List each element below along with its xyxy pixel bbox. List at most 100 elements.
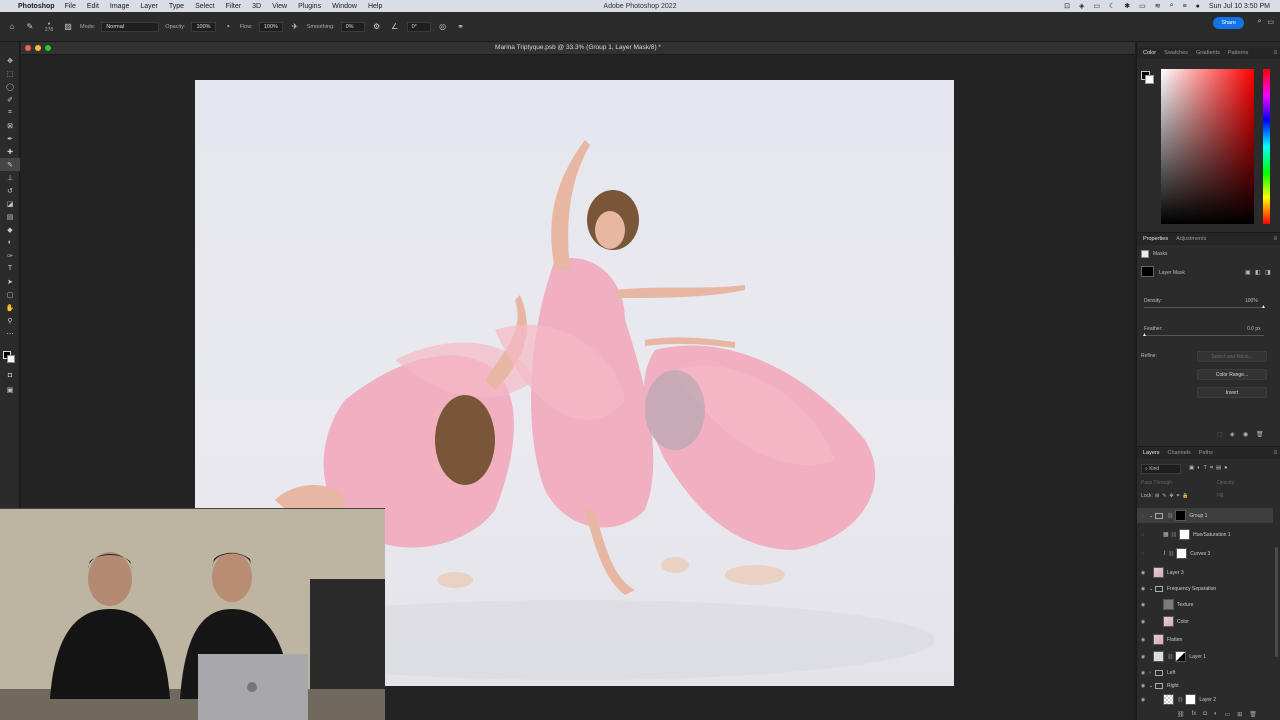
more-tools-icon[interactable]: ⋯ xyxy=(0,327,20,340)
layer-thumbnail[interactable] xyxy=(1163,694,1174,705)
hue-slider[interactable] xyxy=(1263,69,1270,224)
link-layers-icon[interactable]: ⛓ xyxy=(1177,711,1185,718)
lasso-tool-icon[interactable]: ◯ xyxy=(0,80,20,93)
select-and-mask-button[interactable]: Select and Mask... xyxy=(1197,351,1267,362)
layer-filter-icons[interactable]: ▣◐T⌗▤● xyxy=(1189,465,1231,472)
screen-mode-icon[interactable]: ▣ xyxy=(0,383,20,396)
layer-row-layer-1[interactable]: ◉ ⛓ Layer 1 xyxy=(1137,649,1273,664)
panel-menu-icon[interactable]: ≡ xyxy=(1273,450,1277,456)
menu-clock[interactable]: Sun Jul 10 3:50 PM xyxy=(1209,3,1270,10)
feather-slider-handle[interactable]: ▲ xyxy=(1142,332,1147,338)
layers-scrollbar[interactable] xyxy=(1275,547,1278,657)
menu-filter[interactable]: Filter xyxy=(226,3,242,10)
opacity-field[interactable]: 100% xyxy=(191,21,216,32)
layer-row-texture[interactable]: ◉ Texture xyxy=(1137,597,1273,612)
display-icon[interactable]: ▭ xyxy=(1093,2,1100,10)
type-tool-icon[interactable]: T xyxy=(0,262,20,275)
blur-tool-icon[interactable]: ◆ xyxy=(0,223,20,236)
visibility-icon[interactable]: ◉ xyxy=(1137,602,1149,608)
zoom-tool-icon[interactable]: ⚲ xyxy=(0,314,20,327)
eyedropper-tool-icon[interactable]: ✒ xyxy=(0,132,20,145)
control-center-icon[interactable]: ≡ xyxy=(1183,3,1187,10)
layer-thumbnail[interactable] xyxy=(1153,567,1164,578)
background-color-swatch[interactable] xyxy=(7,355,15,363)
visibility-icon[interactable]: ◉ xyxy=(1137,570,1149,576)
menu-edit[interactable]: Edit xyxy=(87,3,99,10)
visibility-icon[interactable]: ◉ xyxy=(1137,637,1149,643)
layer-row-curves-3[interactable]: ◌ ⌇ ⛓ Curves 3 xyxy=(1137,546,1273,561)
link-icon[interactable]: ⛓ xyxy=(1171,532,1177,538)
color-range-button[interactable]: Color Range... xyxy=(1197,369,1267,380)
menu-view[interactable]: View xyxy=(272,3,287,10)
menu-3d[interactable]: 3D xyxy=(252,3,261,10)
visibility-icon[interactable]: ◌ xyxy=(1137,551,1149,557)
brush-preset-picker[interactable]: ● 278 xyxy=(42,21,56,33)
pressure-opacity-icon[interactable]: ◔ xyxy=(222,21,234,33)
quick-select-tool-icon[interactable]: ✐ xyxy=(0,93,20,106)
symmetry-icon[interactable]: ⚭ xyxy=(455,21,467,33)
panel-menu-icon[interactable]: ≡ xyxy=(1273,236,1277,242)
layer-row-hue-saturation-1[interactable]: ◌ ▦ ⛓ Hue/Saturation 1 xyxy=(1137,527,1273,542)
tab-adjustments[interactable]: Adjustments xyxy=(1176,236,1206,242)
link-icon[interactable]: ⛓ xyxy=(1167,654,1173,660)
quick-mask-icon[interactable]: ◘ xyxy=(0,369,20,382)
angle-field[interactable]: 0° xyxy=(406,21,431,32)
select-pixel-mask-icon[interactable]: ▣ xyxy=(1245,269,1251,276)
menu-window[interactable]: Window xyxy=(332,3,357,10)
feather-slider[interactable] xyxy=(1144,335,1264,336)
feather-value[interactable]: 0.0 px xyxy=(1247,326,1261,332)
visibility-icon[interactable]: ◉ xyxy=(1137,619,1149,625)
new-group-icon[interactable]: ▭ xyxy=(1225,711,1231,718)
marquee-tool-icon[interactable]: ⬚ xyxy=(0,67,20,80)
layer-row-right[interactable]: ◉ ⌄ Right xyxy=(1137,678,1273,693)
delete-layer-icon[interactable]: 🗑 xyxy=(1249,711,1257,718)
gradient-tool-icon[interactable]: ▤ xyxy=(0,210,20,223)
add-vector-mask-icon[interactable]: ◨ xyxy=(1265,269,1271,276)
crop-tool-icon[interactable]: ⌗ xyxy=(0,106,20,119)
density-slider-handle[interactable]: ▲ xyxy=(1261,304,1266,310)
screen-record-icon[interactable]: ⊡ xyxy=(1064,2,1070,10)
user-icon[interactable]: ● xyxy=(1196,3,1200,10)
brush-tool-icon[interactable]: ✎ xyxy=(24,21,36,33)
tab-color[interactable]: Color xyxy=(1143,50,1156,56)
eraser-tool-icon[interactable]: ◪ xyxy=(0,197,20,210)
tab-gradients[interactable]: Gradients xyxy=(1196,50,1220,56)
layer-kind-filter[interactable]: ⌕ Kind xyxy=(1141,464,1181,474)
home-icon[interactable]: ⌂ xyxy=(6,21,18,33)
density-value[interactable]: 100% xyxy=(1245,298,1258,304)
tab-paths[interactable]: Paths xyxy=(1199,450,1213,456)
toolbar-grip[interactable] xyxy=(0,42,19,54)
layer-mask-thumbnail[interactable] xyxy=(1175,651,1187,662)
menu-type[interactable]: Type xyxy=(169,3,184,10)
tab-layers[interactable]: Layers xyxy=(1143,450,1160,456)
link-icon[interactable]: ⛓ xyxy=(1177,697,1183,703)
density-slider[interactable] xyxy=(1144,307,1264,308)
menu-plugins[interactable]: Plugins xyxy=(298,3,321,10)
clone-stamp-tool-icon[interactable]: ⊥ xyxy=(0,171,20,184)
layer-row-group-1[interactable]: ◌ ⌄ ⛓ Group 1 xyxy=(1137,508,1273,523)
delete-mask-icon[interactable]: 🗑 xyxy=(1256,431,1264,438)
angle-icon[interactable]: ∠ xyxy=(389,21,401,33)
layer-row-color[interactable]: ◉ Color xyxy=(1137,614,1273,629)
blend-mode-select[interactable]: Pass Through xyxy=(1141,480,1201,486)
layer-thumbnail[interactable] xyxy=(1153,634,1164,645)
load-selection-icon[interactable]: ⬚ xyxy=(1217,431,1223,438)
moon-icon[interactable]: ☾ xyxy=(1109,2,1115,10)
layer-mask-thumbnail[interactable] xyxy=(1185,694,1197,705)
new-layer-icon[interactable]: ⊞ xyxy=(1237,711,1242,718)
layer-mask-thumbnail[interactable] xyxy=(1176,548,1188,559)
add-mask-icon[interactable]: ◘ xyxy=(1203,711,1207,718)
visibility-icon[interactable]: ◌ xyxy=(1137,513,1149,519)
menu-app-name[interactable]: Photoshop xyxy=(18,3,55,10)
tab-patterns[interactable]: Patterns xyxy=(1228,50,1248,56)
dodge-tool-icon[interactable]: ◐ xyxy=(0,236,20,249)
tab-swatches[interactable]: Swatches xyxy=(1164,50,1188,56)
layer-style-icon[interactable]: fx xyxy=(1192,711,1197,718)
brush-tool-icon[interactable]: ✎ xyxy=(0,158,20,171)
move-tool-icon[interactable]: ✥ xyxy=(0,54,20,67)
color-picker-field[interactable] xyxy=(1161,69,1254,224)
share-button[interactable]: Share xyxy=(1213,17,1244,29)
healing-brush-tool-icon[interactable]: ✚ xyxy=(0,145,20,158)
layer-row-layer-3[interactable]: ◉ Layer 3 xyxy=(1137,565,1273,580)
tab-channels[interactable]: Channels xyxy=(1168,450,1191,456)
